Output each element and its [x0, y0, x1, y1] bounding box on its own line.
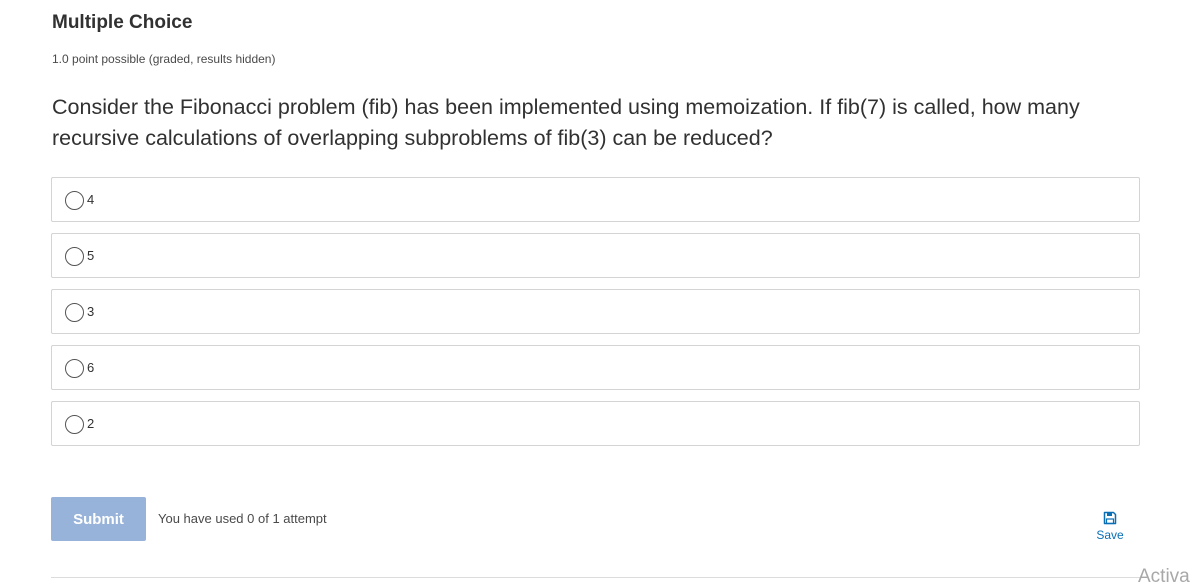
divider [51, 577, 1140, 578]
question-text: Consider the Fibonacci problem (fib) has… [52, 95, 1080, 150]
choice-option[interactable]: 6 [51, 345, 1140, 390]
save-button[interactable]: Save [1092, 511, 1128, 542]
problem-title: Multiple Choice [52, 12, 193, 33]
choice-option[interactable]: 5 [51, 233, 1140, 278]
attempts-text: You have used 0 of 1 attempt [158, 511, 327, 526]
save-label: Save [1096, 528, 1124, 542]
radio-button[interactable] [65, 359, 84, 378]
choice-label: 4 [87, 192, 95, 207]
choice-option[interactable]: 2 [51, 401, 1140, 446]
radio-button[interactable] [65, 303, 84, 322]
radio-button[interactable] [65, 415, 84, 434]
choice-option[interactable]: 3 [51, 289, 1140, 334]
choice-label: 6 [87, 360, 95, 375]
choice-label: 5 [87, 248, 95, 263]
problem-progress: 1.0 point possible (graded, results hidd… [52, 52, 276, 66]
choice-option[interactable]: 4 [51, 177, 1140, 222]
choice-label: 2 [87, 416, 95, 431]
floppy-disk-icon [1103, 511, 1117, 525]
choice-label: 3 [87, 304, 95, 319]
choice-group: 4 5 3 6 2 [51, 177, 1140, 457]
radio-button[interactable] [65, 247, 84, 266]
radio-button[interactable] [65, 191, 84, 210]
submit-button[interactable]: Submit [51, 497, 146, 541]
watermark-text: Activa [1138, 566, 1190, 587]
